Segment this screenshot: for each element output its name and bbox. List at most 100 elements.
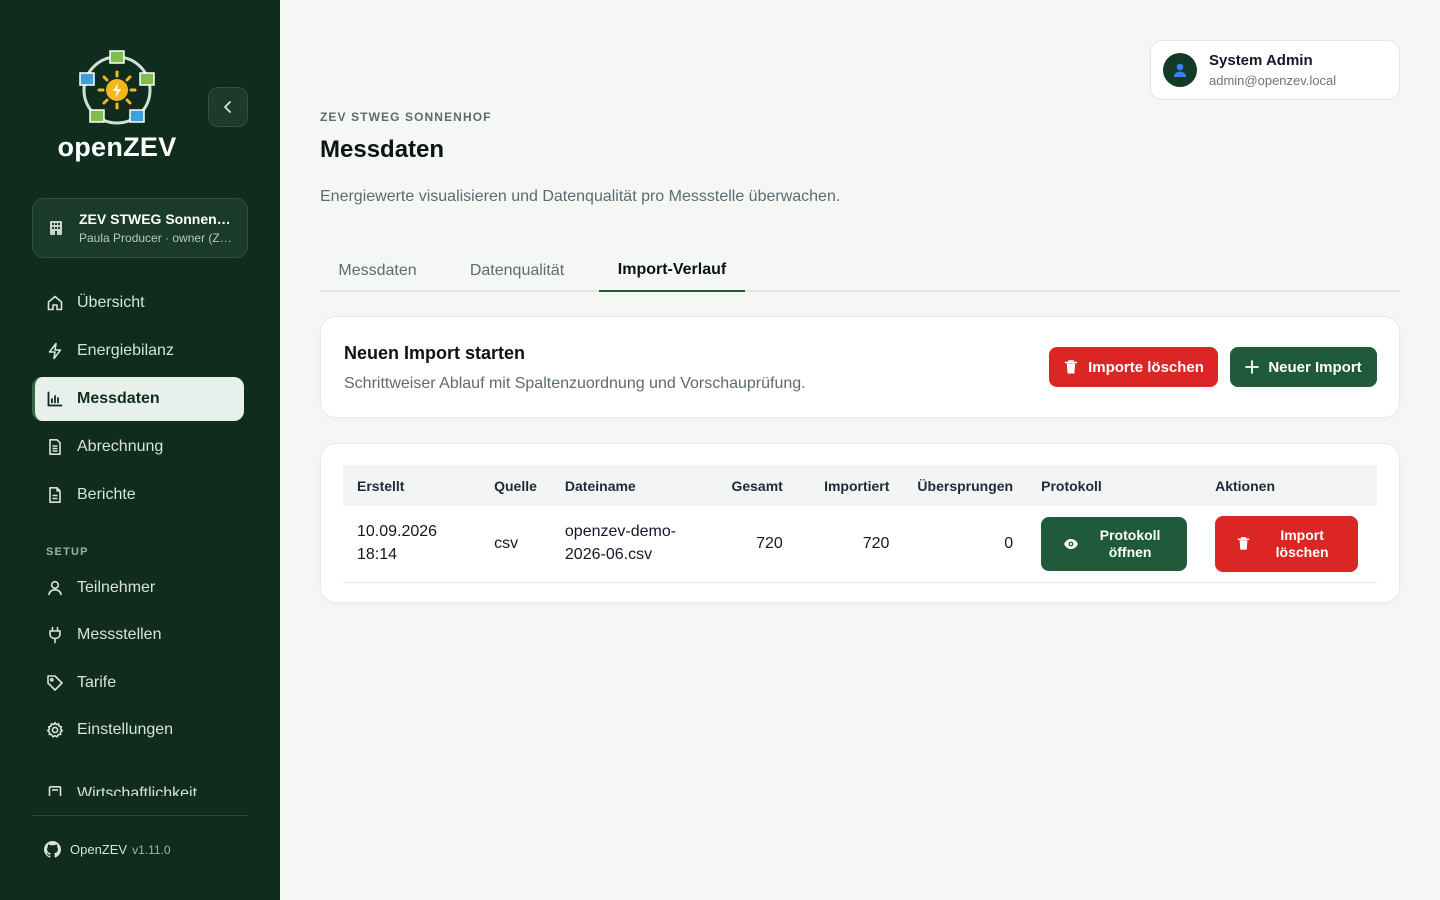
nav-label: Energiebilanz: [77, 342, 174, 359]
calculator-icon: [48, 786, 62, 796]
sidebar-divider: [32, 815, 248, 816]
tab-messdaten[interactable]: Messdaten: [320, 250, 435, 292]
user-email: admin@openzev.local: [1209, 73, 1337, 88]
delete-imports-label: Importe löschen: [1088, 358, 1204, 376]
cell-protocol: Protokoll öffnen: [1027, 506, 1202, 583]
cell-filename: openzev-demo- 2026-06.csv: [550, 506, 710, 583]
eye-icon: [1064, 538, 1079, 549]
nav-item-messdaten[interactable]: Messdaten: [32, 377, 244, 421]
plus-icon: [1245, 360, 1260, 374]
collapse-sidebar-button[interactable]: [208, 87, 248, 127]
github-icon: [44, 841, 61, 858]
cell-imported: 720: [796, 506, 904, 583]
table-row: 10.09.2026 18:14 csv openzev-demo- 2026-…: [343, 506, 1377, 583]
cell-total: 720: [709, 506, 797, 583]
import-history-table: Erstellt Quelle Dateiname Gesamt Importi…: [343, 465, 1377, 583]
brand-logo[interactable]: openZEV: [52, 48, 182, 163]
plug-icon: [49, 626, 61, 644]
filename-line-2: 2026-06.csv: [564, 546, 653, 564]
column-header-gesamt: Gesamt: [731, 477, 783, 494]
gear-icon: [46, 721, 64, 738]
column-header-dateiname: Dateiname: [564, 477, 636, 494]
column-header-aktionen: Aktionen: [1215, 477, 1275, 494]
nav-item-energiebilanz[interactable]: Energiebilanz: [32, 329, 244, 373]
nav-item-einstellungen[interactable]: Einstellungen: [32, 708, 244, 752]
cell-skipped: 0: [903, 506, 1028, 583]
nav-item-tarife[interactable]: Tarife: [32, 661, 244, 705]
nav-label: Messdaten: [77, 390, 160, 407]
cell-actions: Import löschen: [1201, 506, 1377, 583]
page-title: Messdaten: [320, 136, 445, 163]
nav-label: Messstellen: [77, 626, 162, 643]
nav-item-messstellen[interactable]: Messstellen: [32, 613, 244, 657]
tab-datenqualitaet[interactable]: Datenqualität: [451, 250, 583, 292]
user-icon: [48, 580, 62, 596]
delete-import-button[interactable]: Import löschen: [1215, 515, 1359, 572]
column-header-protokoll: Protokoll: [1041, 477, 1102, 494]
nav-label: Teilnehmer: [77, 579, 156, 596]
nav-section-setup: SETUP: [46, 546, 89, 558]
new-import-label: Neuer Import: [1268, 358, 1362, 376]
home-icon: [47, 295, 63, 311]
user-name: System Admin: [1209, 52, 1313, 69]
cell-created: 10.09.2026 18:14: [343, 506, 481, 583]
created-date: 10.09.2026: [357, 523, 438, 541]
table-header-row: Erstellt Quelle Dateiname Gesamt Importi…: [343, 465, 1377, 506]
solar-community-logo-icon: [79, 50, 155, 125]
open-protocol-label-2: öffnen: [1108, 543, 1152, 560]
trash-icon: [1237, 537, 1250, 550]
nav-label: Übersicht: [77, 294, 145, 311]
zev-selector[interactable]: ZEV STWEG Sonnenhof Paula Producer · own…: [32, 198, 248, 258]
lightning-icon: [48, 342, 62, 360]
nav-label: Einstellungen: [77, 721, 174, 738]
report-icon: [49, 487, 61, 503]
tab-import-verlauf[interactable]: Import-Verlauf: [599, 250, 745, 292]
nav-item-abrechnung[interactable]: Abrechnung: [32, 425, 244, 469]
column-header-importiert: Importiert: [824, 477, 890, 494]
open-protocol-button[interactable]: Protokoll öffnen: [1041, 516, 1188, 571]
nav-item-wirtschaftlichkeit[interactable]: Wirtschaftlichkeit: [32, 780, 244, 796]
column-header-quelle: Quelle: [494, 477, 537, 494]
created-time: 18:14: [357, 546, 398, 564]
nav-label: Tarife: [77, 674, 117, 691]
delete-imports-button[interactable]: Importe löschen: [1049, 347, 1218, 387]
new-import-button[interactable]: Neuer Import: [1230, 347, 1377, 387]
new-import-title: Neuen Import starten: [344, 343, 526, 363]
sidebar: openZEV ZEV STWEG Sonnenhof Paula Produc…: [0, 0, 280, 900]
github-link[interactable]: OpenZEV v1.11.0: [44, 841, 171, 858]
zev-subtitle: Paula Producer · owner (ZEV-Verwalter): [79, 231, 233, 245]
chevron-left-icon: [224, 101, 231, 113]
nav-item-teilnehmer[interactable]: Teilnehmer: [32, 566, 244, 610]
page-description: Energiewerte visualisieren und Datenqual…: [320, 188, 841, 205]
avatar: [1163, 53, 1197, 87]
zev-title: ZEV STWEG Sonnenhof: [79, 211, 233, 227]
cell-source: csv: [480, 506, 551, 583]
page-eyebrow: ZEV STWEG SONNENHOF: [320, 110, 492, 124]
nav-label: Berichte: [77, 486, 136, 503]
tag-icon: [47, 675, 63, 691]
delete-import-label-1: Import: [1280, 526, 1324, 543]
column-header-uebersprungen: Übersprungen: [917, 477, 1014, 494]
import-history-card: Erstellt Quelle Dateiname Gesamt Importi…: [320, 443, 1400, 603]
document-icon: [49, 439, 61, 455]
open-protocol-label-1: Protokoll: [1099, 526, 1161, 543]
user-menu[interactable]: System Admin admin@openzev.local: [1150, 40, 1400, 100]
column-header-erstellt: Erstellt: [357, 477, 405, 494]
nav-item-berichte[interactable]: Berichte: [32, 473, 244, 517]
delete-import-label-2: löschen: [1275, 543, 1329, 560]
trash-icon: [1064, 360, 1078, 374]
version-number: v1.11.0: [132, 842, 171, 857]
building-icon: [50, 221, 62, 235]
nav-label: Abrechnung: [77, 438, 164, 455]
product-name: OpenZEV: [70, 842, 128, 857]
filename-line-1: openzev-demo-: [564, 523, 677, 541]
user-avatar-icon: [1173, 63, 1187, 77]
brand-name: openZEV: [57, 132, 177, 162]
nav-scroll-clip: Wirtschaftlichkeit: [32, 780, 252, 796]
nav-label: Wirtschaftlichkeit: [77, 785, 198, 796]
new-import-card: Neuen Import starten Schrittweiser Ablau…: [320, 316, 1400, 418]
bar-chart-icon: [47, 391, 63, 407]
tab-bar: Messdaten Datenqualität Import-Verlauf: [320, 250, 1400, 292]
nav-item-uebersicht[interactable]: Übersicht: [32, 281, 244, 325]
new-import-subtitle: Schrittweiser Ablauf mit Spaltenzuordnun…: [344, 375, 806, 392]
